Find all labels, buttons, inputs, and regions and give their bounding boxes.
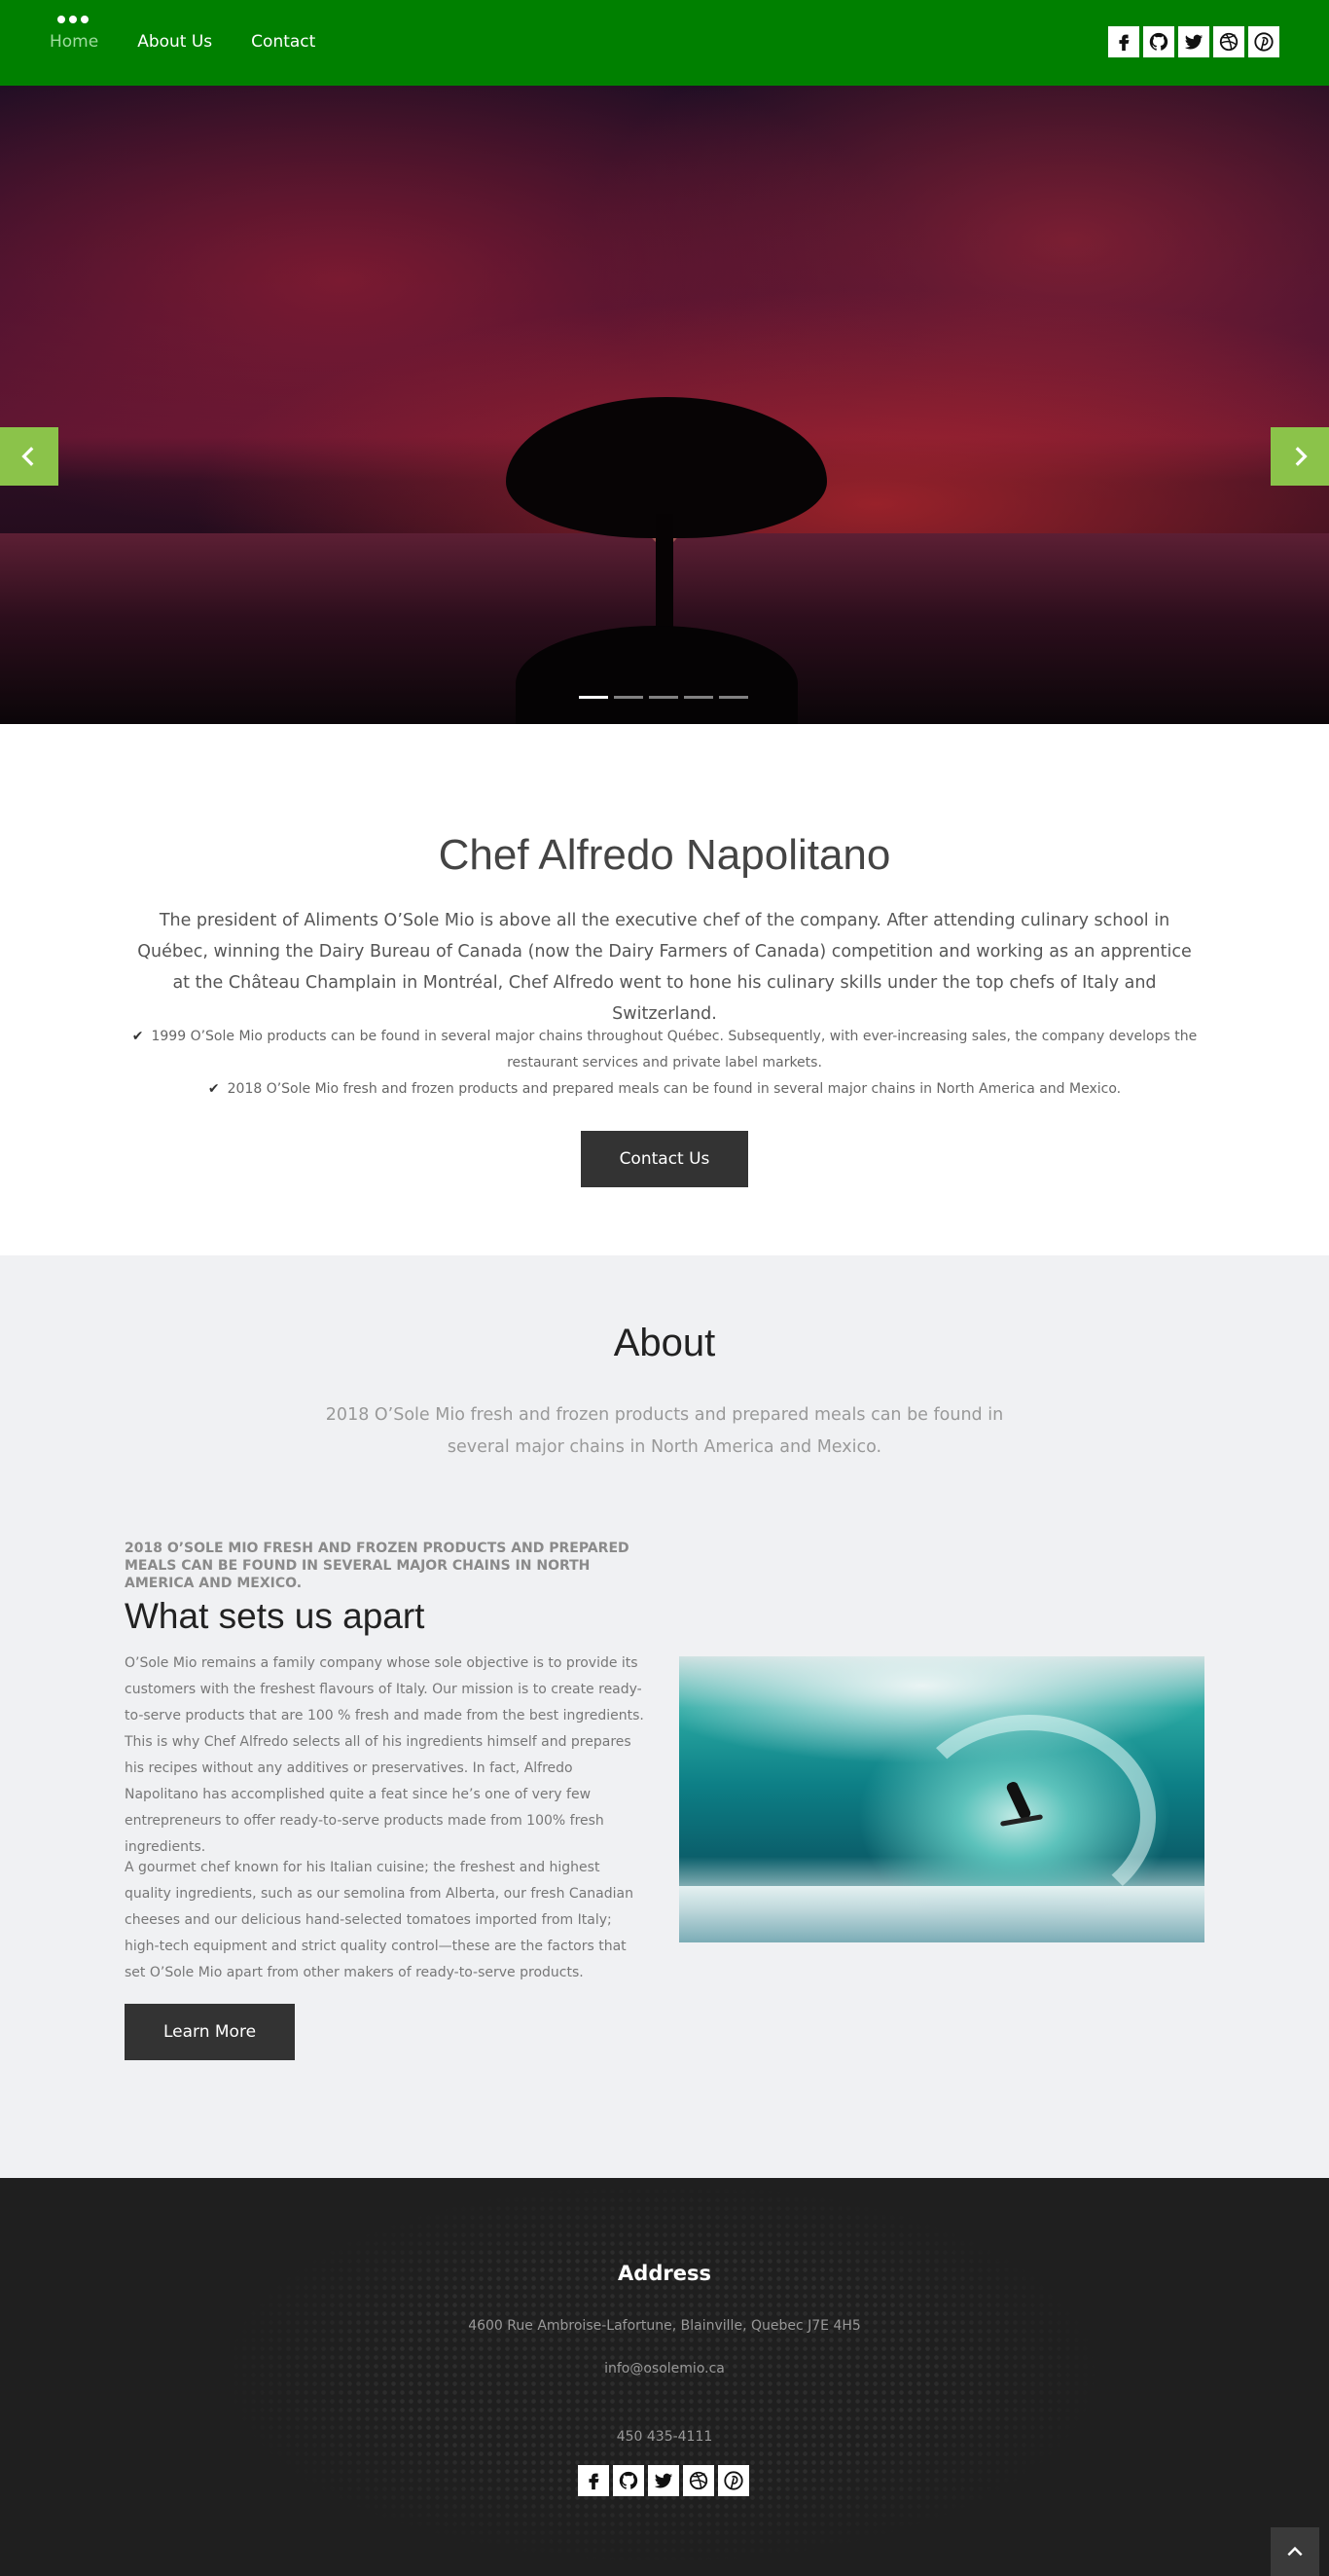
active-dots-indicator xyxy=(57,16,89,23)
facebook-icon[interactable] xyxy=(1108,26,1139,57)
learn-more-button[interactable]: Learn More xyxy=(125,2004,295,2060)
footer-social-links xyxy=(578,2465,749,2496)
footer-email-link[interactable]: info@osolemio.ca xyxy=(0,2361,1329,2376)
facebook-icon[interactable] xyxy=(578,2465,609,2496)
nav-links: Home About Us Contact xyxy=(50,16,315,52)
hero-image-tree-trunk xyxy=(656,514,673,640)
carousel-indicator[interactable] xyxy=(579,696,608,699)
carousel-indicator[interactable] xyxy=(649,696,678,699)
twitter-icon[interactable] xyxy=(648,2465,679,2496)
nav-link-home[interactable]: Home xyxy=(50,16,99,52)
nav-link-label: About Us xyxy=(137,32,213,52)
hero-carousel xyxy=(0,86,1329,724)
chevron-left-icon xyxy=(21,447,34,466)
nav-link-about-us[interactable]: About Us xyxy=(137,32,212,52)
footer-phone: 450 435-4111 xyxy=(616,2429,713,2445)
about-title: About xyxy=(613,1322,716,1364)
chef-title: Chef Alfredo Napolitano xyxy=(438,831,891,879)
carousel-indicator[interactable] xyxy=(684,696,713,699)
chef-section: Chef Alfredo Napolitano The president of… xyxy=(0,724,1329,1255)
nav-link-label: Contact xyxy=(251,32,316,52)
milestone-text: 1999 O’Sole Mio products can be found in… xyxy=(151,1029,1198,1070)
wave-foam xyxy=(679,1886,1204,1942)
surfer-wave-image xyxy=(679,1656,1204,1942)
pinterest-icon[interactable] xyxy=(1248,26,1279,57)
carousel-indicators xyxy=(579,696,748,699)
carousel-next-button[interactable] xyxy=(1271,427,1329,486)
nav-social-links xyxy=(1108,26,1279,57)
world-map-background xyxy=(214,2178,1109,2576)
nav-link-contact[interactable]: Contact xyxy=(251,32,315,52)
twitter-icon[interactable] xyxy=(1178,26,1209,57)
milestones-list: ✔ 1999 O’Sole Mio products can be found i… xyxy=(126,1024,1203,1103)
about-paragraph-1: O’Sole Mio remains a family company whos… xyxy=(125,1655,644,1855)
about-heading: What sets us apart xyxy=(125,1596,425,1636)
dribbble-icon[interactable] xyxy=(1213,26,1244,57)
list-item: ✔ 1999 O’Sole Mio products can be found i… xyxy=(126,1024,1203,1076)
scroll-to-top-button[interactable] xyxy=(1271,2527,1319,2576)
contact-us-button[interactable]: Contact Us xyxy=(581,1131,748,1187)
about-paragraph-2: A gourmet chef known for his Italian cui… xyxy=(125,1860,633,1980)
pinterest-icon[interactable] xyxy=(718,2465,749,2496)
footer: Address 4600 Rue Ambroise-Lafortune, Bla… xyxy=(0,2178,1329,2576)
check-icon: ✔ xyxy=(207,1081,220,1097)
footer-address: 4600 Rue Ambroise-Lafortune, Blainville,… xyxy=(468,2318,861,2334)
nav-link-label: Home xyxy=(50,32,99,52)
chevron-right-icon xyxy=(1295,447,1308,466)
about-lead: 2018 O’Sole Mio fresh and frozen product… xyxy=(325,1405,1004,1457)
chevron-up-icon xyxy=(1287,2546,1303,2557)
navbar: Home About Us Contact xyxy=(0,0,1329,86)
about-kicker: 2018 O’Sole Mio fresh and frozen product… xyxy=(125,1541,629,1591)
carousel-prev-button[interactable] xyxy=(0,427,58,486)
github-icon[interactable] xyxy=(613,2465,644,2496)
chef-intro: The president of Aliments O’Sole Mio is … xyxy=(137,911,1192,1024)
github-icon[interactable] xyxy=(1143,26,1174,57)
check-icon: ✔ xyxy=(131,1029,144,1044)
carousel-indicator[interactable] xyxy=(614,696,643,699)
dribbble-icon[interactable] xyxy=(683,2465,714,2496)
carousel-indicator[interactable] xyxy=(719,696,748,699)
list-item: ✔ 2018 O’Sole Mio fresh and frozen produc… xyxy=(126,1076,1203,1103)
footer-heading: Address xyxy=(618,2262,711,2285)
about-section: About 2018 O’Sole Mio fresh and frozen p… xyxy=(0,1255,1329,2178)
milestone-text: 2018 O’Sole Mio fresh and frozen product… xyxy=(227,1081,1122,1097)
